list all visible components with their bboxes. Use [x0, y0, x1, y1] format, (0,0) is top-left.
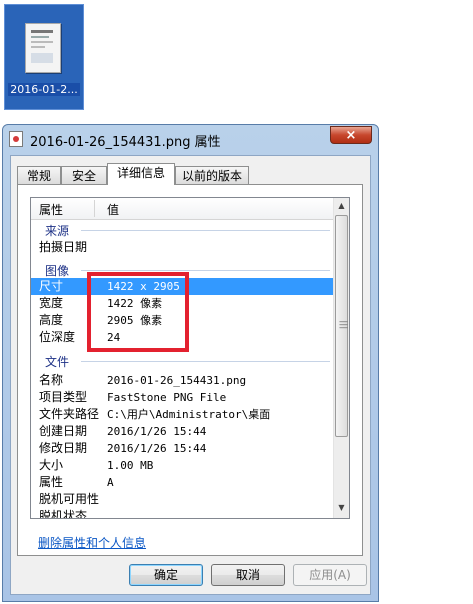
- remove-properties-link[interactable]: 删除属性和个人信息: [38, 534, 146, 551]
- title-bar[interactable]: 2016-01-26_154431.png 属性 ×: [3, 125, 378, 153]
- row-folder-path[interactable]: 文件夹路径 C:\用户\Administrator\桌面: [31, 406, 334, 423]
- tab-security[interactable]: 安全: [61, 166, 107, 184]
- header-property[interactable]: 属性: [39, 201, 63, 218]
- row-modified[interactable]: 修改日期 2016/1/26 15:44: [31, 440, 334, 457]
- close-button[interactable]: ×: [330, 126, 372, 144]
- properties-dialog: 2016-01-26_154431.png 属性 × 常规 安全 详细信息 以前…: [2, 124, 379, 602]
- header-value[interactable]: 值: [107, 201, 119, 218]
- image-file-icon: [9, 131, 23, 147]
- row-dimensions[interactable]: 尺寸 1422 x 2905: [31, 278, 334, 295]
- row-bit-depth[interactable]: 位深度 24: [31, 329, 334, 346]
- row-item-type[interactable]: 项目类型 FastStone PNG File: [31, 389, 334, 406]
- desktop-icon-label: 2016-01-2...: [8, 83, 80, 96]
- row-date-taken[interactable]: 拍摄日期: [31, 239, 334, 256]
- row-height[interactable]: 高度 2905 像素: [31, 312, 334, 329]
- row-created[interactable]: 创建日期 2016/1/26 15:44: [31, 423, 334, 440]
- row-offline[interactable]: 脱机可用性: [31, 491, 334, 508]
- dialog-client: 常规 安全 详细信息 以前的版本 属性 值 来源 拍摄日期 图像 尺寸 1422…: [10, 155, 371, 595]
- scroll-down-icon[interactable]: ▼: [334, 500, 349, 516]
- tab-general[interactable]: 常规: [17, 166, 61, 184]
- row-name[interactable]: 名称 2016-01-26_154431.png: [31, 372, 334, 389]
- group-image: 图像: [31, 261, 334, 278]
- ok-button[interactable]: 确定: [129, 564, 203, 586]
- row-attributes[interactable]: 属性 A: [31, 474, 334, 491]
- apply-button[interactable]: 应用(A): [293, 564, 367, 586]
- vertical-scrollbar[interactable]: ▲ — — — ▼: [333, 198, 349, 518]
- image-thumbnail-icon: [25, 23, 61, 73]
- group-file: 文件: [31, 352, 334, 369]
- row-offline-status[interactable]: 脱机状态: [31, 508, 334, 518]
- list-header: 属性 值: [31, 198, 334, 220]
- window-title: 2016-01-26_154431.png 属性: [30, 135, 221, 150]
- details-panel: 属性 值 来源 拍摄日期 图像 尺寸 1422 x 2905 宽度 1422 像…: [17, 184, 363, 556]
- row-width[interactable]: 宽度 1422 像素: [31, 295, 334, 312]
- row-size[interactable]: 大小 1.00 MB: [31, 457, 334, 474]
- tab-previous-versions[interactable]: 以前的版本: [175, 166, 249, 184]
- cancel-button[interactable]: 取消: [211, 564, 285, 586]
- scroll-up-icon[interactable]: ▲: [334, 198, 349, 214]
- grip-icon: — — —: [339, 317, 348, 333]
- tab-details[interactable]: 详细信息: [107, 163, 175, 185]
- property-list[interactable]: 属性 值 来源 拍摄日期 图像 尺寸 1422 x 2905 宽度 1422 像…: [30, 197, 350, 519]
- scroll-thumb[interactable]: — — —: [335, 215, 348, 437]
- desktop-file-icon[interactable]: 2016-01-2...: [4, 4, 84, 110]
- group-origin: 来源: [31, 221, 334, 238]
